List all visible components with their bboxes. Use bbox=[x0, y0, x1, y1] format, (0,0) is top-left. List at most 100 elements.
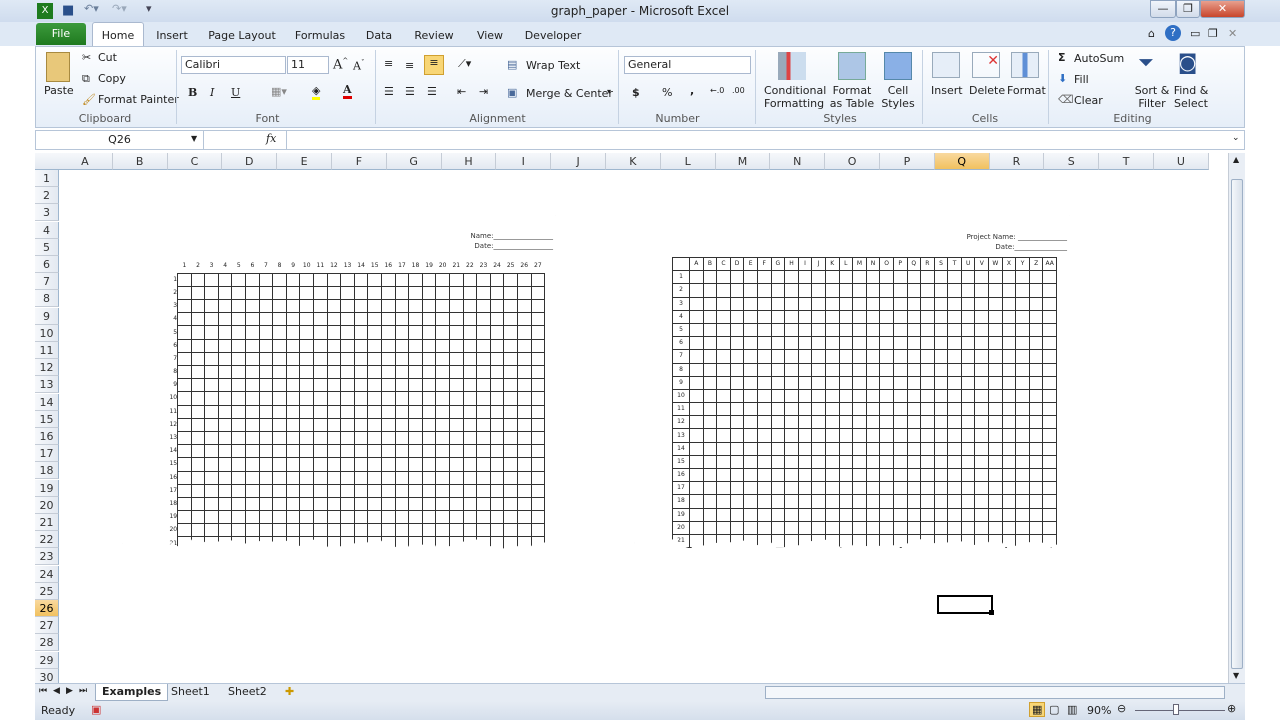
column-header[interactable]: G bbox=[386, 153, 442, 170]
insert-cells-button[interactable]: Insert bbox=[931, 84, 963, 97]
tab-page-layout[interactable]: Page Layout bbox=[203, 26, 281, 46]
row-header[interactable]: 4 bbox=[35, 221, 59, 239]
column-header[interactable]: C bbox=[167, 153, 223, 170]
row-header[interactable]: 3 bbox=[35, 204, 59, 222]
tab-data[interactable]: Data bbox=[360, 26, 398, 46]
format-painter-icon[interactable]: 🖌 bbox=[82, 93, 96, 106]
page-break-view-icon[interactable]: ▥ bbox=[1067, 703, 1077, 716]
macro-record-icon[interactable]: ▣ bbox=[91, 703, 101, 716]
align-center-icon[interactable]: ☰ bbox=[405, 85, 415, 98]
row-header[interactable]: 28 bbox=[35, 634, 59, 652]
minimize-ribbon-icon[interactable]: ⌂ bbox=[1148, 27, 1155, 40]
cut-icon[interactable]: ✂ bbox=[82, 51, 91, 64]
close-button[interactable]: ✕ bbox=[1200, 0, 1245, 18]
column-header[interactable]: F bbox=[332, 153, 387, 170]
sheet-nav-next-icon[interactable]: ▶ bbox=[66, 686, 73, 696]
horizontal-scrollbar[interactable] bbox=[765, 686, 1225, 699]
zoom-level[interactable]: 90% bbox=[1087, 704, 1111, 717]
increase-decimal-icon[interactable]: ←.0 bbox=[710, 86, 724, 95]
row-header[interactable]: 6 bbox=[35, 256, 59, 273]
row-header[interactable]: 30 bbox=[35, 668, 59, 683]
number-format-select[interactable]: General bbox=[624, 56, 751, 74]
font-size-select[interactable]: 11 bbox=[287, 56, 329, 74]
column-header[interactable]: U bbox=[1154, 153, 1209, 170]
shrink-font-icon[interactable]: Aˇ bbox=[353, 59, 364, 73]
row-header[interactable]: 23 bbox=[35, 548, 59, 566]
fill-color-icon[interactable]: ◈ bbox=[312, 84, 321, 100]
scroll-up-icon[interactable]: ▲ bbox=[1233, 155, 1239, 164]
worksheet-grid[interactable]: ABCDEFGHIJKLMNOPQRSTU 1 2 3 4 5 6 7 8 9 10 11 12 13 1… bbox=[35, 153, 1230, 683]
clear-button[interactable]: Clear bbox=[1074, 94, 1103, 107]
row-header[interactable]: 11 bbox=[35, 342, 59, 359]
zoom-slider-thumb[interactable] bbox=[1173, 704, 1179, 715]
column-header[interactable]: N bbox=[770, 153, 826, 170]
active-cell-cursor[interactable] bbox=[937, 595, 993, 614]
font-name-select[interactable]: Calibri bbox=[181, 56, 286, 74]
copy-button[interactable]: Copy bbox=[98, 72, 126, 85]
align-right-icon[interactable]: ☰ bbox=[427, 85, 437, 98]
sheet-tab-sheet1[interactable]: Sheet1 bbox=[165, 684, 216, 701]
row-header[interactable]: 19 bbox=[35, 479, 59, 497]
row-header[interactable]: 16 bbox=[35, 428, 59, 445]
zoom-slider[interactable] bbox=[1135, 710, 1225, 711]
row-header[interactable]: 9 bbox=[35, 307, 59, 325]
fill-button[interactable]: Fill bbox=[1074, 73, 1089, 86]
row-header[interactable]: 22 bbox=[35, 531, 59, 549]
row-header[interactable]: 21 bbox=[35, 514, 59, 531]
column-header[interactable]: J bbox=[551, 153, 606, 170]
column-header[interactable]: S bbox=[1044, 153, 1100, 170]
vertical-scrollbar[interactable]: ▲ ▼ bbox=[1228, 153, 1245, 683]
cell-styles-button[interactable]: Cell Styles bbox=[878, 84, 918, 110]
expand-formula-bar-icon[interactable]: ⌄ bbox=[1232, 133, 1240, 143]
row-header[interactable]: 24 bbox=[35, 565, 59, 583]
percent-button[interactable]: % bbox=[662, 86, 672, 99]
row-header[interactable]: 26 bbox=[35, 600, 59, 617]
copy-icon[interactable]: ⧉ bbox=[82, 72, 90, 86]
row-header[interactable]: 15 bbox=[35, 410, 59, 428]
delete-cells-button[interactable]: Delete bbox=[969, 84, 1005, 97]
font-color-icon[interactable]: A bbox=[343, 83, 352, 99]
align-left-icon[interactable]: ☰ bbox=[384, 85, 394, 98]
sheet-tab-sheet2[interactable]: Sheet2 bbox=[222, 684, 273, 701]
paste-button[interactable]: Paste bbox=[44, 84, 74, 97]
column-header[interactable]: I bbox=[496, 153, 552, 170]
currency-button[interactable]: $ bbox=[632, 86, 640, 99]
name-box-dropdown-icon[interactable]: ▼ bbox=[191, 134, 197, 143]
orientation-icon[interactable]: ⟋▾ bbox=[458, 57, 471, 71]
italic-button[interactable]: I bbox=[210, 86, 214, 99]
row-header[interactable]: 27 bbox=[35, 617, 59, 635]
row-header[interactable]: 10 bbox=[35, 324, 59, 342]
row-header[interactable]: 12 bbox=[35, 359, 59, 377]
row-header[interactable]: 2 bbox=[35, 187, 59, 205]
row-header[interactable]: 25 bbox=[35, 582, 59, 600]
format-cells-button[interactable]: Format bbox=[1007, 84, 1046, 97]
sort-filter-button[interactable]: Sort & Filter bbox=[1134, 84, 1170, 110]
row-header[interactable]: 20 bbox=[35, 496, 59, 514]
column-header[interactable]: A bbox=[58, 153, 113, 170]
page-layout-view-icon[interactable]: ▢ bbox=[1049, 703, 1059, 716]
paste-icon[interactable] bbox=[46, 52, 70, 82]
column-header[interactable]: E bbox=[277, 153, 332, 170]
zoom-in-icon[interactable]: ⊕ bbox=[1227, 702, 1236, 715]
sheet-nav-prev-icon[interactable]: ◀ bbox=[53, 686, 60, 696]
merge-dropdown-icon[interactable]: ▾ bbox=[607, 87, 611, 96]
column-header[interactable]: D bbox=[222, 153, 278, 170]
row-header[interactable]: 18 bbox=[35, 462, 59, 480]
insert-function-button[interactable]: fx bbox=[266, 132, 276, 145]
row-header[interactable]: 5 bbox=[35, 238, 59, 256]
tab-insert[interactable]: Insert bbox=[150, 26, 194, 46]
row-header[interactable]: 29 bbox=[35, 651, 59, 669]
underline-button[interactable]: U bbox=[231, 86, 240, 99]
fill-handle[interactable] bbox=[989, 610, 994, 615]
cut-button[interactable]: Cut bbox=[98, 51, 117, 64]
sheet-nav-first-icon[interactable]: ⏮ bbox=[39, 686, 47, 696]
row-header[interactable]: 17 bbox=[35, 445, 59, 463]
row-header[interactable]: 1 bbox=[35, 170, 59, 187]
grow-font-icon[interactable]: A^ bbox=[333, 57, 348, 72]
tab-review[interactable]: Review bbox=[408, 26, 460, 46]
format-as-table-button[interactable]: Format as Table bbox=[826, 84, 878, 110]
column-header[interactable]: O bbox=[825, 153, 880, 170]
conditional-formatting-button[interactable]: Conditional Formatting bbox=[764, 84, 826, 110]
sheet-tab-examples[interactable]: Examples bbox=[95, 684, 169, 701]
decrease-decimal-icon[interactable]: .00 bbox=[732, 86, 745, 95]
